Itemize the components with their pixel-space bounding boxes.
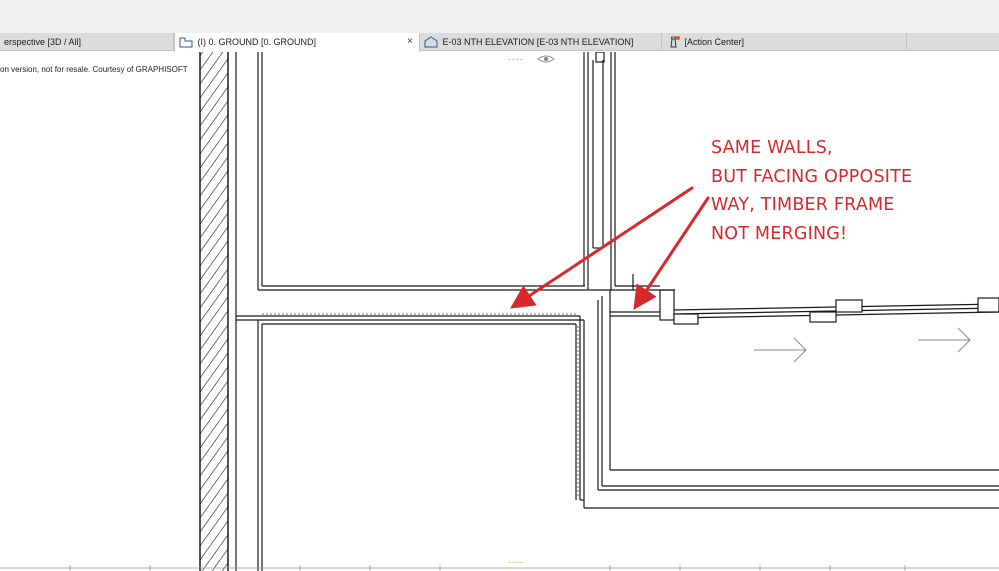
tab-label: [Action Center] xyxy=(684,37,745,47)
annotation-line: NOT MERGING! xyxy=(711,223,848,244)
eye-icon[interactable] xyxy=(537,55,555,63)
floor-plan-icon xyxy=(179,36,193,48)
tab-3d-perspective[interactable]: erspective [3D / All] xyxy=(0,33,174,51)
window-top-area xyxy=(0,0,999,33)
wall-layer-hatch-marks xyxy=(262,313,579,498)
annotation-text: SAME WALLS, BUT FACING OPPOSITE WAY, TIM… xyxy=(711,134,971,248)
floor-plan-canvas[interactable] xyxy=(0,52,999,571)
tab-label: (I) 0. GROUND [0. GROUND] xyxy=(197,37,317,47)
room-walls-bottom-right[interactable] xyxy=(580,469,999,509)
exterior-wall-right[interactable] xyxy=(673,297,999,325)
elevation-icon xyxy=(424,36,438,48)
tab-action-center[interactable]: [Action Center] xyxy=(662,33,907,51)
interior-wall-vertical-center[interactable] xyxy=(575,52,616,508)
view-tab-bar: erspective [3D / All] (I) 0. GROUND [0. … xyxy=(0,33,999,52)
tab-ground-floor-plan[interactable]: (I) 0. GROUND [0. GROUND] × xyxy=(174,33,420,52)
close-icon[interactable]: × xyxy=(407,33,413,51)
direction-arrows xyxy=(754,327,971,363)
ruler-ticks xyxy=(0,565,999,571)
annotation-arrows xyxy=(509,186,710,310)
bottom-marker: ---- xyxy=(508,557,524,567)
external-wall-hatched[interactable] xyxy=(199,52,229,571)
tab-label: E-03 NTH ELEVATION [E-03 NTH ELEVATION] xyxy=(442,37,634,47)
lighthouse-icon xyxy=(666,36,680,48)
annotation-line: WAY, TIMBER FRAME xyxy=(711,195,895,215)
tab-label: erspective [3D / All] xyxy=(4,37,82,47)
tab-north-elevation[interactable]: E-03 NTH ELEVATION [E-03 NTH ELEVATION] xyxy=(420,33,662,51)
annotation-line: SAME WALLS, xyxy=(711,138,833,158)
top-marker: ---- xyxy=(508,54,524,64)
annotation-line: BUT FACING OPPOSITE xyxy=(711,166,913,187)
interior-wall-horizontal-left[interactable] xyxy=(236,285,610,325)
interior-wall-left[interactable] xyxy=(235,52,263,571)
